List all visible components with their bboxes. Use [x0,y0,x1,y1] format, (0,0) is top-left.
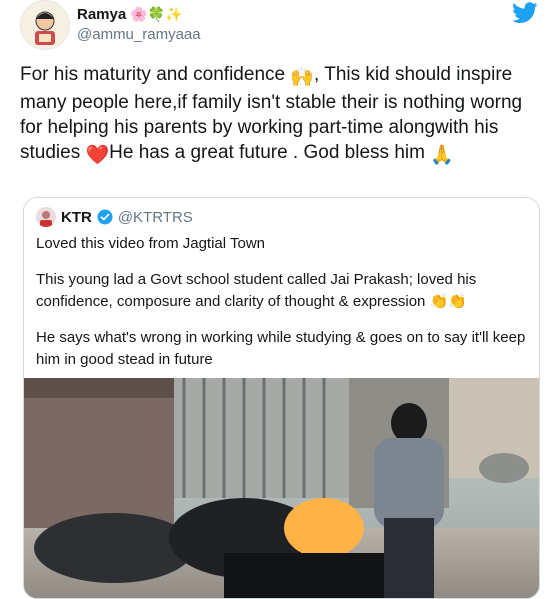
author-handle[interactable]: @ammu_ramyaaa [77,26,201,43]
quoted-text-part: This young lad a Govt school student cal… [36,271,477,310]
red-heart-emoji: ❤️ [85,145,110,166]
author-name-row[interactable]: Ramya 🌸🍀✨ [77,6,183,23]
quoted-text-paragraph-3: He says what's wrong in working while st… [36,329,526,368]
clapping-hands-emoji: 👏👏 [429,293,467,310]
quoted-video-thumbnail[interactable] [24,378,539,598]
twitter-bird-icon[interactable] [512,2,538,24]
quoted-author-row[interactable]: KTR @KTRTRS [36,207,193,227]
quoted-author-handle[interactable]: @KTRTRS [118,209,193,226]
author-name-emojis: 🌸🍀✨ [130,6,183,22]
verified-badge-icon [97,209,113,225]
author-name[interactable]: Ramya [77,6,126,23]
tweet-text: For his maturity and confidence 🙌, This … [20,62,530,168]
video-frame [24,378,539,598]
tweet-text-part: He has a great future . God bless him [109,142,431,163]
author-avatar[interactable] [20,0,70,50]
tweet-text-part: For his maturity and confidence [20,64,291,85]
folded-hands-emoji: 🙏 [430,145,454,166]
quoted-author-name[interactable]: KTR [61,209,92,226]
tweet-card: Ramya 🌸🍀✨ @ammu_ramyaaa For his maturity… [0,0,548,599]
quoted-text-paragraph-2: This young lad a Govt school student cal… [36,269,526,313]
quoted-text-line-1: Loved this video from Jagtial Town [36,235,266,252]
quoted-tweet[interactable]: KTR @KTRTRS Loved this video from Jagtia… [23,197,540,599]
quoted-author-avatar[interactable] [36,207,56,227]
raised-hands-emoji: 🙌 [290,67,315,88]
